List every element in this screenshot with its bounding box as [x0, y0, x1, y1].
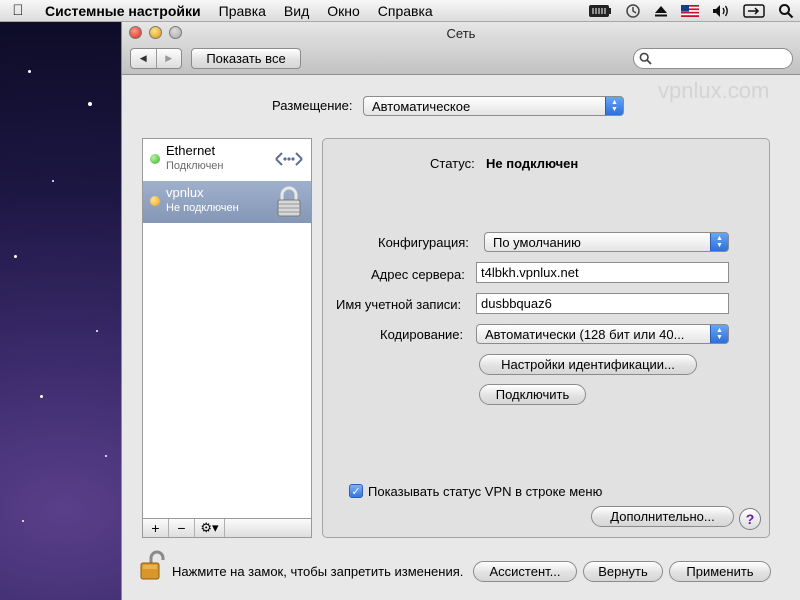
menu-window[interactable]: Окно — [318, 3, 369, 19]
watermark: vpnlux.com — [658, 78, 770, 103]
help-button[interactable]: ? — [739, 508, 761, 530]
remove-service-button[interactable]: − — [169, 519, 195, 537]
add-service-button[interactable]: + — [143, 519, 169, 537]
screen-icon[interactable] — [743, 0, 765, 22]
server-address-field[interactable]: t4lbkh.vpnlux.net — [476, 262, 729, 283]
vpn-status-checkbox[interactable]: ✓ — [349, 484, 363, 498]
assistant-button[interactable]: Ассистент... — [473, 561, 577, 582]
time-machine-icon[interactable] — [625, 0, 641, 22]
star — [40, 395, 43, 398]
encryption-value: Автоматически (128 бит или 40... — [485, 326, 685, 342]
service-status: Подключен — [166, 160, 224, 172]
lock-icon — [274, 186, 304, 221]
ethernet-icon — [274, 144, 304, 177]
search-field[interactable] — [633, 48, 793, 69]
revert-button[interactable]: Вернуть — [583, 561, 663, 582]
location-label: Размещение: — [272, 98, 353, 113]
menu-edit[interactable]: Правка — [210, 3, 275, 19]
menu-bar:  Системные настройки Правка Вид Окно Сп… — [0, 0, 800, 22]
status-value: Не подключен — [486, 156, 579, 171]
star — [14, 255, 17, 258]
location-popup[interactable]: Автоматическое ▲ ▼ — [363, 96, 624, 116]
server-label: Адрес сервера: — [371, 267, 465, 282]
service-item-vpnlux[interactable]: vpnlux Не подключен — [143, 181, 311, 223]
flag-us-icon[interactable] — [681, 0, 699, 22]
config-label: Конфигурация: — [378, 235, 469, 250]
back-forward-control: ◀ ▶ — [130, 48, 182, 69]
menu-app-name[interactable]: Системные настройки — [36, 3, 210, 19]
battery-icon[interactable] — [588, 0, 612, 22]
apple-menu-icon[interactable]:  — [0, 2, 36, 19]
config-value: По умолчанию — [493, 234, 581, 250]
star — [22, 520, 24, 522]
star — [28, 70, 31, 73]
encryption-popup[interactable]: Автоматически (128 бит или 40... ▲ ▼ — [476, 324, 729, 344]
back-button[interactable]: ◀ — [131, 49, 157, 68]
forward-button[interactable]: ▶ — [157, 49, 182, 68]
account-name-field[interactable]: dusbbquaz6 — [476, 293, 729, 314]
menu-extras — [588, 0, 794, 22]
eject-icon[interactable] — [654, 0, 668, 22]
service-item-ethernet[interactable]: Ethernet Подключен — [143, 139, 311, 181]
status-dot — [150, 154, 160, 164]
popup-arrows-icon: ▲ ▼ — [710, 325, 728, 343]
lock-text: Нажмите на замок, чтобы запретить измене… — [172, 564, 464, 579]
vpn-status-label: Показывать статус VPN в строке меню — [368, 484, 603, 499]
service-status: Не подключен — [166, 202, 239, 214]
account-label: Имя учетной записи: — [336, 297, 462, 312]
service-name: vpnlux — [166, 185, 204, 200]
search-icon — [639, 52, 652, 65]
connect-button[interactable]: Подключить — [479, 384, 586, 405]
show-all-button[interactable]: Показать все — [191, 48, 301, 69]
popup-arrows-icon: ▲ ▼ — [710, 233, 728, 251]
popup-arrows-icon: ▲ ▼ — [605, 97, 623, 115]
star — [96, 330, 98, 332]
gear-menu-button[interactable]: ⚙▾ — [195, 519, 225, 537]
star — [88, 102, 92, 106]
network-window: Сеть ◀ ▶ Показать все vpnlux.com Размеще… — [121, 22, 800, 600]
service-list-toolbar: + − ⚙▾ — [143, 518, 311, 537]
advanced-button[interactable]: Дополнительно... — [591, 506, 734, 527]
star — [105, 455, 107, 457]
config-popup[interactable]: По умолчанию ▲ ▼ — [484, 232, 729, 252]
title-bar: Сеть ◀ ▶ Показать все — [122, 22, 800, 75]
status-label: Статус: — [430, 156, 475, 171]
window-title: Сеть — [446, 26, 476, 41]
location-value: Автоматическое — [372, 98, 471, 114]
apply-button[interactable]: Применить — [669, 561, 771, 582]
menu-view[interactable]: Вид — [275, 3, 318, 19]
encryption-label: Кодирование: — [380, 327, 464, 342]
spotlight-icon[interactable] — [778, 0, 794, 22]
service-name: Ethernet — [166, 143, 216, 158]
volume-icon[interactable] — [712, 0, 730, 22]
status-dot — [150, 196, 160, 206]
lock-icon[interactable] — [139, 550, 165, 585]
auth-settings-button[interactable]: Настройки идентификации... — [479, 354, 697, 375]
service-list: Ethernet Подключен vpnlux Не подключен +… — [142, 138, 312, 538]
menu-help[interactable]: Справка — [369, 3, 442, 19]
star — [52, 180, 54, 182]
